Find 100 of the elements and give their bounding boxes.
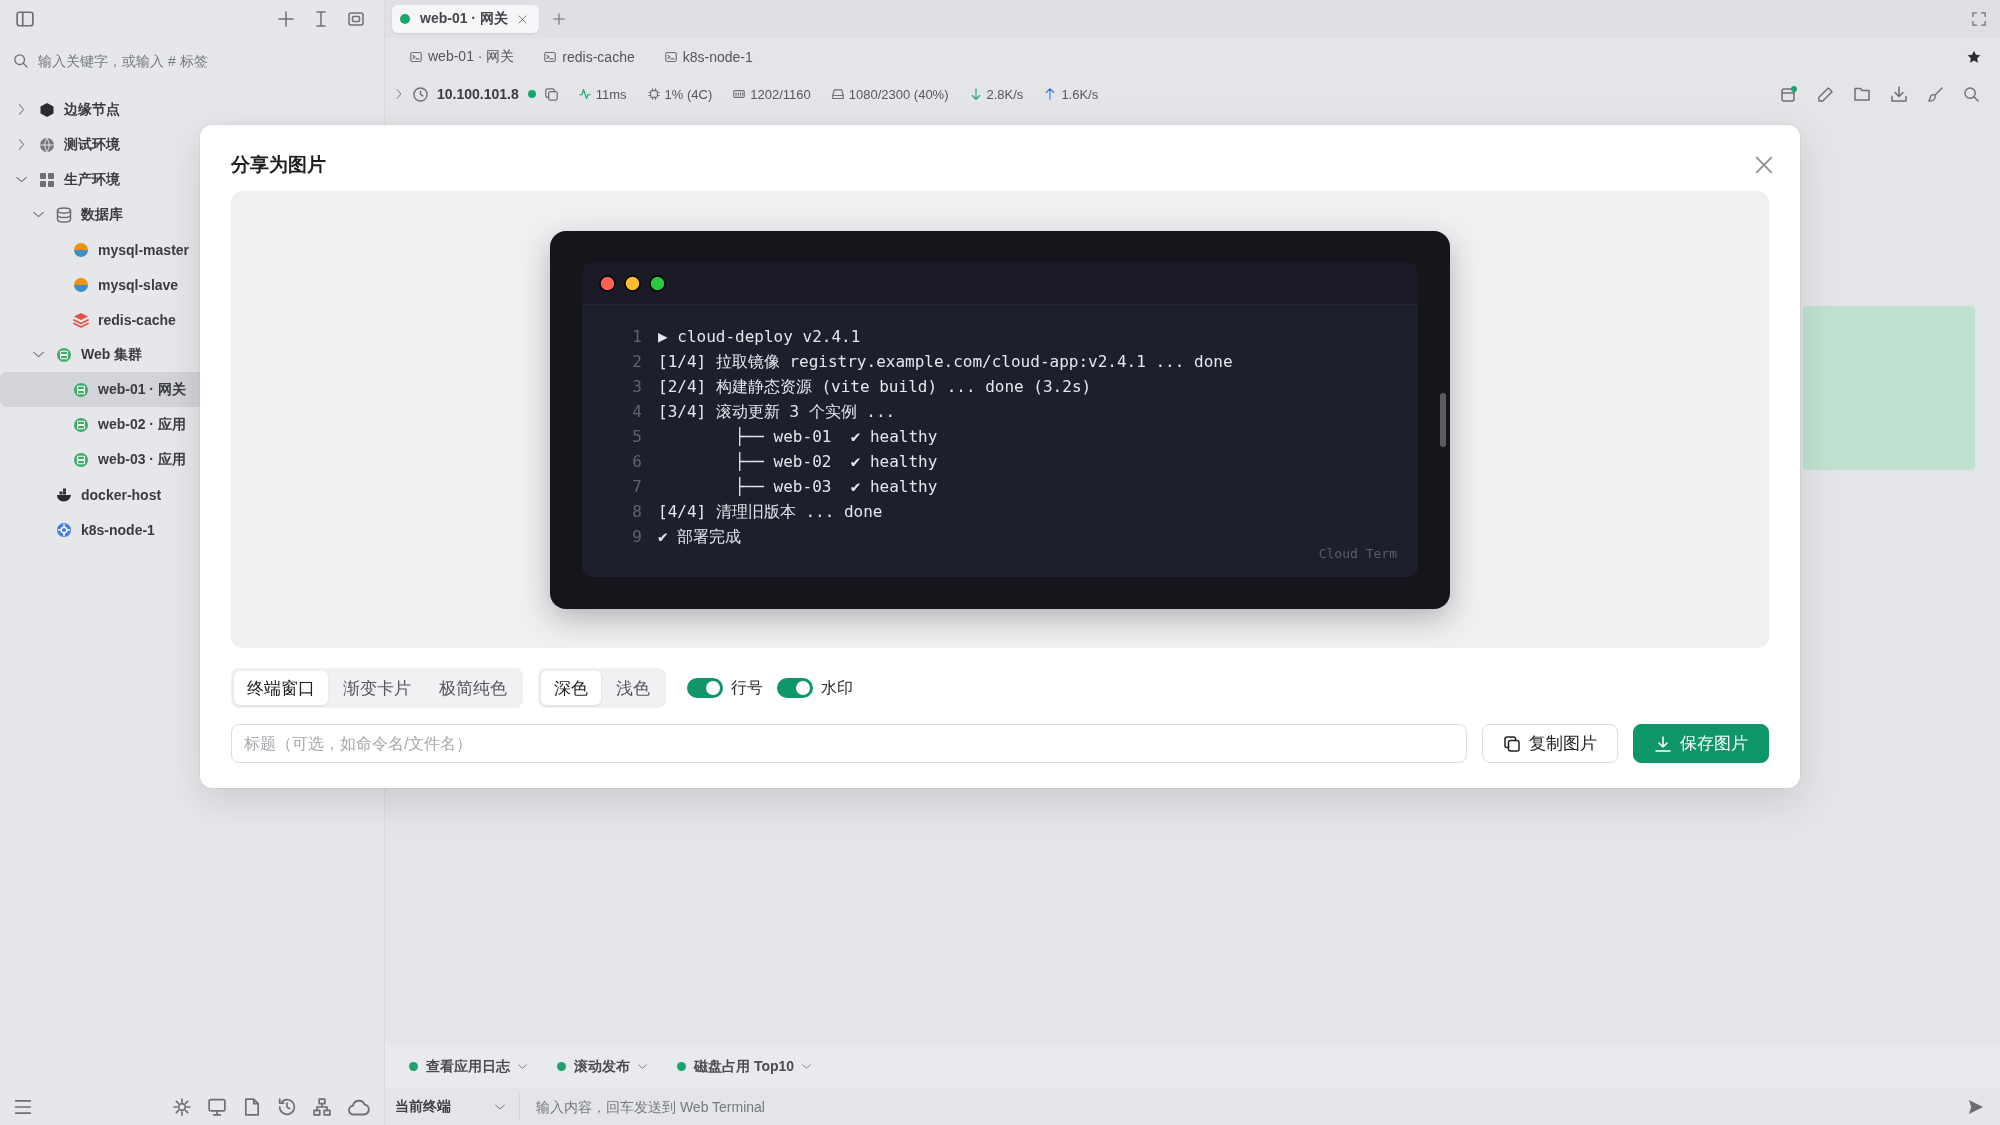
plus-icon[interactable] [278,11,294,27]
status-dot-icon [557,1062,566,1071]
line-number: 5 [631,425,642,448]
search-field[interactable]: 输入关键字，或输入 # 标签 [38,53,338,69]
code-line: [2/4] 构建静态资源 (vite build) ... done (3.2s) [658,375,1092,398]
chevron-down-icon[interactable] [16,174,27,185]
tree-item[interactable]: web-02 · 应用 [0,407,376,442]
tree-item[interactable]: 边缘节点 [0,92,376,127]
code-line: [4/4] 清理旧版本 ... done [658,500,883,523]
tree-item[interactable]: 数据库 [0,197,376,232]
line-number: 3 [631,375,642,398]
scrollbar[interactable] [1440,392,1446,447]
line-number: 7 [631,475,642,498]
session-tab[interactable]: redis-cache [544,49,635,65]
toggle-switch[interactable] [687,678,723,698]
expand-icon[interactable] [1972,12,1986,26]
toggle-label: 水印 [821,677,853,698]
download-icon [1654,735,1671,752]
code-line: ├── web-02 ✔ healthy [734,450,938,473]
terminal-icon [544,51,557,63]
arrow-up-icon [1044,88,1057,100]
server-icon [73,381,89,398]
monitor-icon[interactable] [208,1097,226,1116]
tree-item[interactable]: redis-cache [0,302,376,337]
status-dot-icon [400,14,410,24]
brush-icon[interactable] [1928,86,1943,102]
code-line: ✔ 部署完成 [658,525,742,548]
globe-icon [39,136,55,153]
metric-value: 1080/2300 (40%) [848,86,949,102]
close-icon[interactable] [517,14,527,24]
sidebar-toggle-icon[interactable] [16,10,34,28]
style-option[interactable]: 极简纯色 [426,671,520,705]
pencil-icon[interactable] [1818,86,1833,102]
window-icon[interactable] [348,11,364,27]
tree-item[interactable]: mysql-master [0,232,376,267]
tree-item[interactable]: Web 集群 [0,337,376,372]
line-number: 6 [631,450,642,473]
toggle-switch[interactable] [777,678,813,698]
history-icon[interactable] [278,1097,296,1116]
terminal-icon [664,51,677,63]
status-dot-icon [409,1062,418,1071]
server-icon [56,346,72,363]
panel-icon[interactable] [1781,86,1797,102]
tree-item[interactable]: web-03 · 应用 [0,442,376,477]
split-circle-icon [73,241,89,258]
download-icon[interactable] [1891,86,1907,102]
metric-value: 11ms [595,86,627,102]
session-tab[interactable]: web-01 · 网关 [410,48,515,66]
session-tab[interactable]: k8s-node-1 [664,49,753,65]
theme-option[interactable]: 浅色 [603,671,663,705]
network-icon[interactable] [313,1097,331,1116]
chevron-down-icon[interactable] [33,209,44,220]
text-cursor-icon[interactable] [313,11,329,27]
copy-icon[interactable] [544,87,558,101]
chevron-right-icon[interactable] [16,139,27,150]
maximize-dot-icon [650,275,665,291]
line-number: 8 [631,500,642,523]
search-icon[interactable] [1964,86,1979,102]
quick-command-chip[interactable]: 查看应用日志 [403,1053,533,1080]
terminal-select[interactable]: 当前终端 [395,1093,520,1120]
file-icon[interactable] [243,1097,261,1116]
command-input[interactable]: 输入内容，回车发送到 Web Terminal [520,1093,1968,1120]
style-option[interactable]: 终端窗口 [234,671,328,705]
chevron-down-icon[interactable] [33,349,44,360]
layers-icon [73,311,89,328]
send-icon[interactable] [1968,1098,1984,1115]
tree-item[interactable]: docker-host [0,477,376,512]
theme-option[interactable]: 深色 [541,671,601,705]
plus-icon[interactable] [552,13,565,25]
toggle-label: 行号 [731,677,763,698]
metric-value: 1.6K/s [1061,86,1099,102]
style-option[interactable]: 渐变卡片 [330,671,424,705]
server-icon [73,451,89,468]
tree-item[interactable]: mysql-slave [0,267,376,302]
arrow-down-icon [969,88,982,100]
gear-icon[interactable] [173,1097,191,1116]
menu-icon[interactable] [14,1097,32,1116]
chevron-right-icon[interactable] [394,89,404,99]
search-icon [14,54,28,68]
pulse-icon [578,88,591,100]
split-circle-icon [73,276,89,293]
clock-icon [413,86,428,102]
terminal-tab[interactable]: web-01 · 网关 [392,5,539,33]
tree-item[interactable]: k8s-node-1 [0,512,376,547]
database-icon [56,206,72,223]
save-button[interactable]: 保存图片 [1633,724,1769,763]
close-icon[interactable] [1755,156,1773,174]
chevron-down-icon [518,1062,527,1071]
star-icon[interactable] [1967,50,1981,64]
folder-icon[interactable] [1854,86,1870,102]
chevron-right-icon[interactable] [16,104,27,115]
host-address: 10.100.101.8 [437,86,519,102]
code-line: ├── web-01 ✔ healthy [734,425,938,448]
copy-button[interactable]: 复制图片 [1482,724,1618,763]
container-ship-icon [56,486,72,503]
quick-command-chip[interactable]: 磁盘占用 Top10 [671,1053,818,1080]
quick-command-chip[interactable]: 滚动发布 [551,1053,653,1080]
title-field[interactable]: 标题（可选，如命令名/文件名） [231,724,1467,763]
memory-icon [733,88,746,100]
chevron-down-icon [638,1062,647,1071]
